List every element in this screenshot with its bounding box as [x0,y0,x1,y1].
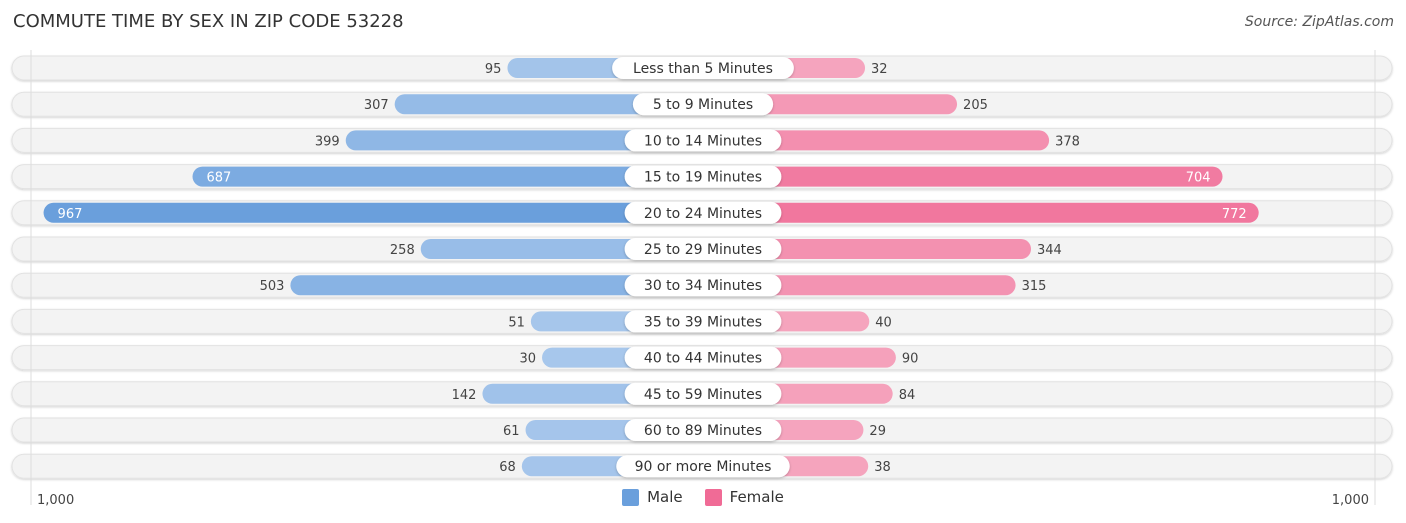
category-label: 90 or more Minutes [635,459,772,475]
chart-svg: Less than 5 Minutes95 325 to 9 Minutes307… [11,50,1393,508]
bar-row: 20 to 24 Minutes 967 772 [11,200,1393,226]
value-label-male: 967 [58,207,83,222]
bar-female[interactable] [703,202,1259,223]
value-label-male: 68 [499,460,516,475]
value-label-male: 687 [207,171,232,186]
category-label: 5 to 9 Minutes [653,97,753,113]
category-label: 10 to 14 Minutes [644,133,762,149]
value-label-female: 378 [1055,134,1080,149]
value-label-female: 29 [869,424,886,439]
value-label-male: 307 [364,98,389,113]
value-label-female: 344 [1037,243,1062,258]
value-label-female: 32 [871,62,888,77]
value-label-female: 90 [902,352,919,367]
category-label: 30 to 34 Minutes [644,278,762,294]
value-label-male: 61 [503,424,520,439]
value-label-female: 205 [963,98,988,113]
legend: Male Female [0,488,1406,506]
value-label-female: 84 [899,388,916,403]
bar-row: 30 to 34 Minutes 503 315 [11,272,1393,298]
bar-row: 25 to 29 Minutes 258 344 [11,236,1393,262]
bar-row: 90 or more Minutes 68 38 [11,453,1393,479]
bar-row: 5 to 9 Minutes 307 205 [11,91,1393,117]
category-label: 40 to 44 Minutes [644,351,762,367]
category-label: 45 to 59 Minutes [644,387,762,403]
value-label-male: 51 [508,315,525,330]
category-label: 25 to 29 Minutes [644,242,762,258]
value-label-male: 142 [452,388,477,403]
legend-item-female[interactable]: Female [704,488,784,506]
bar-row: 60 to 89 Minutes 61 29 [11,417,1393,443]
value-label-female: 40 [875,315,892,330]
legend-swatch-male [622,488,640,506]
legend-swatch-female [704,488,722,506]
category-label: 35 to 39 Minutes [644,314,762,330]
value-label-female: 38 [874,460,891,475]
value-label-female: 704 [1186,171,1211,186]
value-label-male: 95 [485,62,502,77]
value-label-male: 503 [260,279,285,294]
category-label: 20 to 24 Minutes [644,206,762,222]
chart-container: COMMUTE TIME BY SEX IN ZIP CODE 53228 So… [0,0,1406,523]
bar-male[interactable] [43,202,703,223]
value-label-male: 30 [519,352,536,367]
legend-label-female: Female [729,488,784,506]
bar-row: 10 to 14 Minutes 399 378 [11,127,1393,153]
bar-row: 40 to 44 Minutes 30 90 [11,345,1393,371]
value-label-male: 258 [390,243,415,258]
bar-row: 35 to 39 Minutes 51 40 [11,308,1393,334]
legend-item-male[interactable]: Male [622,488,683,506]
value-label-female: 772 [1222,207,1247,222]
value-label-female: 315 [1022,279,1047,294]
category-label: 15 to 19 Minutes [644,170,762,186]
category-label: Less than 5 Minutes [633,61,773,77]
value-label-male: 399 [315,134,340,149]
bar-row: Less than 5 Minutes 95 32 [11,55,1393,81]
legend-label-male: Male [647,488,683,506]
bar-row: 45 to 59 Minutes 142 84 [11,381,1393,407]
category-label: 60 to 89 Minutes [644,423,762,439]
bar-row: 15 to 19 Minutes 687 704 [11,164,1393,190]
